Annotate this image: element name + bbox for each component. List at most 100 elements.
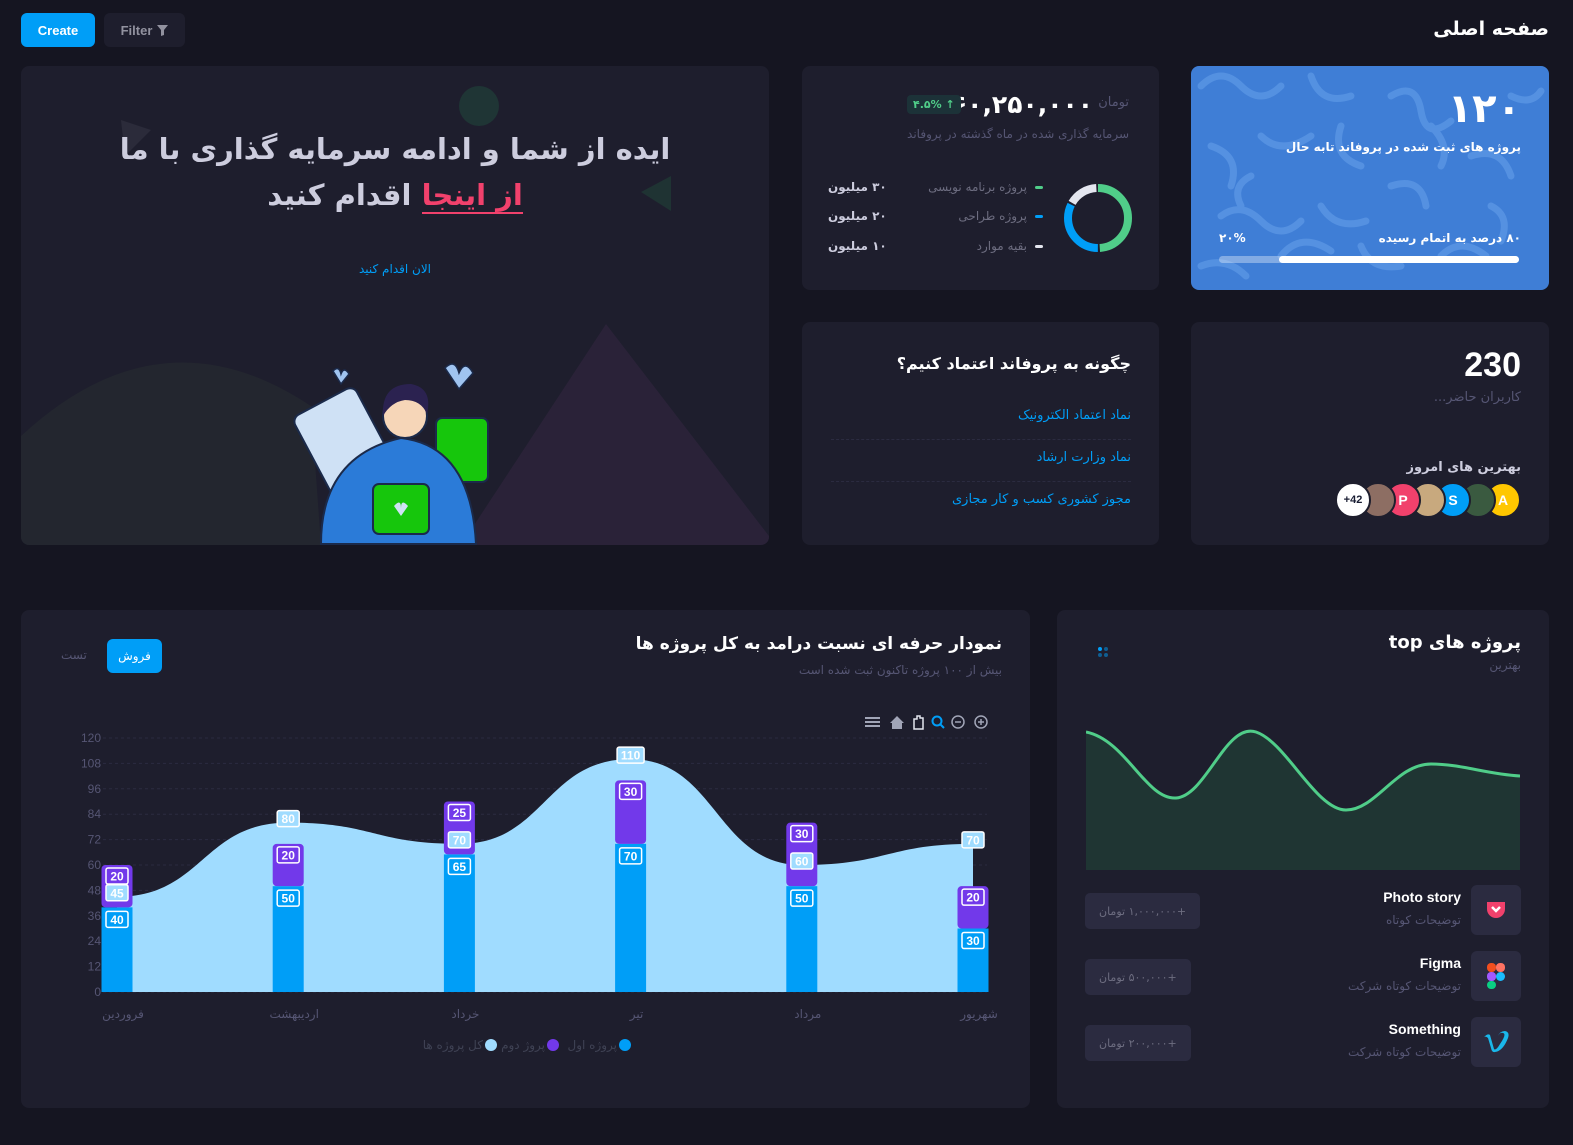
legend-label: پروژه طراحی [958, 209, 1027, 223]
top-project-row[interactable]: Something توضیحات کوتاه شرکت +۲۰۰,۰۰۰ تو… [1085, 1017, 1521, 1069]
hero-title-line2: از اینجا اقدام کنید [21, 172, 769, 218]
investment-donut-chart [1064, 184, 1132, 252]
users-label: کاربران حاضر... [1433, 390, 1521, 405]
legend-item[interactable]: پروژ دوم [501, 1038, 559, 1053]
data-label: 45 [105, 884, 129, 902]
trust-link-enamad[interactable]: نماد اعتماد الکترونیک [831, 408, 1131, 423]
top-project-name: Figma [1419, 955, 1461, 971]
zoom-out-icon[interactable] [951, 715, 965, 729]
projects-progress-percent: ۲۰% [1219, 231, 1246, 245]
data-label: 20 [961, 888, 985, 906]
legend-others: بقیه موارد ۱۰ میلیون [828, 237, 1043, 257]
investment-change-value: ۴.۵% [913, 98, 942, 111]
svg-text:30: 30 [795, 827, 809, 841]
top-project-price: +۲۰۰,۰۰۰ تومان [1085, 1025, 1191, 1061]
svg-text:20: 20 [110, 870, 124, 884]
trust-card: چگونه به پروفاند اعتماد کنیم؟ نماد اعتما… [802, 322, 1159, 545]
bar-segment[interactable] [615, 843, 647, 992]
y-tick-label: 36 [88, 909, 102, 923]
legend-label: پروژ دوم [501, 1038, 545, 1053]
divider [831, 481, 1131, 482]
svg-text:30: 30 [966, 934, 980, 948]
create-button[interactable]: Create [21, 13, 95, 47]
investment-change-badge: ۴.۵% ↑ [907, 95, 961, 114]
svg-text:45: 45 [110, 886, 124, 900]
arrow-up-icon: ↑ [945, 98, 955, 111]
legend-marker [547, 1039, 559, 1051]
data-label: 20 [276, 846, 300, 864]
page-title: صفحه اصلی [1433, 18, 1549, 40]
top-projects-subtitle: بهترین [1489, 658, 1521, 672]
x-tick-label: مرداد [794, 1007, 821, 1022]
x-tick-label: شهریور [959, 1007, 998, 1022]
vimeo-icon [1471, 1017, 1521, 1067]
legend-value: ۲۰ میلیون [828, 209, 887, 223]
svg-text:65: 65 [453, 860, 467, 874]
trust-link-license[interactable]: مجوز کشوری کسب و کار مجازی [831, 492, 1131, 507]
top-project-desc: توضیحات کوتاه [1385, 913, 1461, 927]
projects-card: ۱۲۰ پروژه های ثبت شده در پروفاند تابه حا… [1191, 66, 1549, 290]
svg-text:30: 30 [624, 785, 638, 799]
menu-icon[interactable] [865, 717, 880, 727]
data-label: 30 [961, 931, 985, 950]
legend-marker [485, 1039, 497, 1051]
legend-label: کل پروژه ها [423, 1038, 484, 1053]
hero-cta-link[interactable]: الان اقدام کنید [21, 262, 769, 276]
filter-button[interactable]: Filter [104, 13, 185, 47]
data-label: 65 [447, 857, 472, 876]
hero-title-line1: ایده از شما و ادامه سرمایه گذاری با ما [119, 132, 671, 166]
pocket-icon [1471, 885, 1521, 935]
projects-label: پروژه های ثبت شده در پروفاند تابه حال [1285, 140, 1521, 154]
y-tick-label: 60 [88, 858, 102, 872]
hero-title: ایده از شما و ادامه سرمایه گذاری با ما ا… [21, 126, 769, 218]
data-label: 30 [618, 782, 643, 801]
svg-text:110: 110 [621, 749, 641, 763]
menu-dots-icon[interactable] [1097, 646, 1109, 658]
data-label: 20 [105, 867, 129, 885]
projects-count: ۱۲۰ [1447, 86, 1521, 132]
trust-title: چگونه به پروفاند اعتماد کنیم؟ [896, 354, 1131, 373]
hero-card: ایده از شما و ادامه سرمایه گذاری با ما ا… [21, 66, 769, 545]
hero-title-highlight: از اینجا [421, 178, 523, 214]
svg-text:40: 40 [110, 913, 124, 927]
data-label: 70 [961, 831, 985, 849]
top-project-row[interactable]: Photo story توضیحات کوتاه +۱,۰۰۰,۰۰۰ توم… [1085, 885, 1521, 937]
trust-link-ershad[interactable]: نماد وزارت ارشاد [831, 450, 1131, 465]
svg-text:25: 25 [453, 806, 467, 820]
y-tick-label: 72 [88, 833, 102, 847]
zoom-icon[interactable] [931, 715, 945, 729]
legend-design: پروژه طراحی ۲۰ میلیون [828, 207, 1043, 227]
legend-label: پروژه اول [568, 1038, 618, 1053]
revenue-chart-card: نمودار حرفه ای نسبت درامد به کل پروژه ها… [21, 610, 1030, 1108]
divider [831, 439, 1131, 440]
legend-item[interactable]: پروژه اول [568, 1038, 632, 1053]
avatar-more[interactable]: +42 [1335, 482, 1371, 518]
zoom-in-icon[interactable] [974, 715, 988, 729]
filter-icon [157, 24, 169, 36]
investment-card: تومان ۶۰,۲۵۰,۰۰۰ ۴.۵% ↑ سرمایه گذاری شده… [802, 66, 1159, 290]
x-tick-label: فروردین [102, 1007, 144, 1022]
svg-text:20: 20 [966, 891, 980, 905]
pan-hand-icon[interactable] [913, 715, 924, 730]
top-project-row[interactable]: Figma توضیحات کوتاه شرکت +۵۰۰,۰۰۰ تومان [1085, 951, 1521, 1003]
legend-value: ۱۰ میلیون [828, 239, 887, 253]
investment-currency: تومان [1098, 95, 1129, 110]
data-label: 70 [447, 831, 472, 849]
svg-text:50: 50 [795, 892, 809, 906]
revenue-chart: 0 12 24 36 48 60 72 84 96 108 120 40 20 45 50 20 80 65 25 7… [81, 715, 998, 1053]
home-icon[interactable] [890, 716, 904, 729]
top-projects-card: پروژه های top بهترین Photo story توضیحات… [1057, 610, 1549, 1108]
data-label: 60 [790, 852, 814, 870]
legend-label: بقیه موارد [976, 239, 1027, 253]
projects-progress-bar [1219, 256, 1519, 263]
top-projects-title: پروژه های top [1388, 632, 1521, 653]
investment-subtitle: سرمایه گذاری شده در ماه گذشته در پروفاند [907, 127, 1129, 141]
legend-item[interactable]: کل پروژه ها [423, 1038, 497, 1053]
y-tick-label: 84 [88, 807, 102, 821]
y-tick-label: 0 [94, 985, 101, 999]
y-tick-label: 96 [88, 782, 102, 796]
users-count: 230 [1464, 346, 1521, 384]
filter-label: Filter [120, 22, 153, 38]
legend-programming: پروژه برنامه نویسی ۳۰ میلیون [828, 178, 1043, 198]
projects-progress-fill [1279, 256, 1519, 263]
